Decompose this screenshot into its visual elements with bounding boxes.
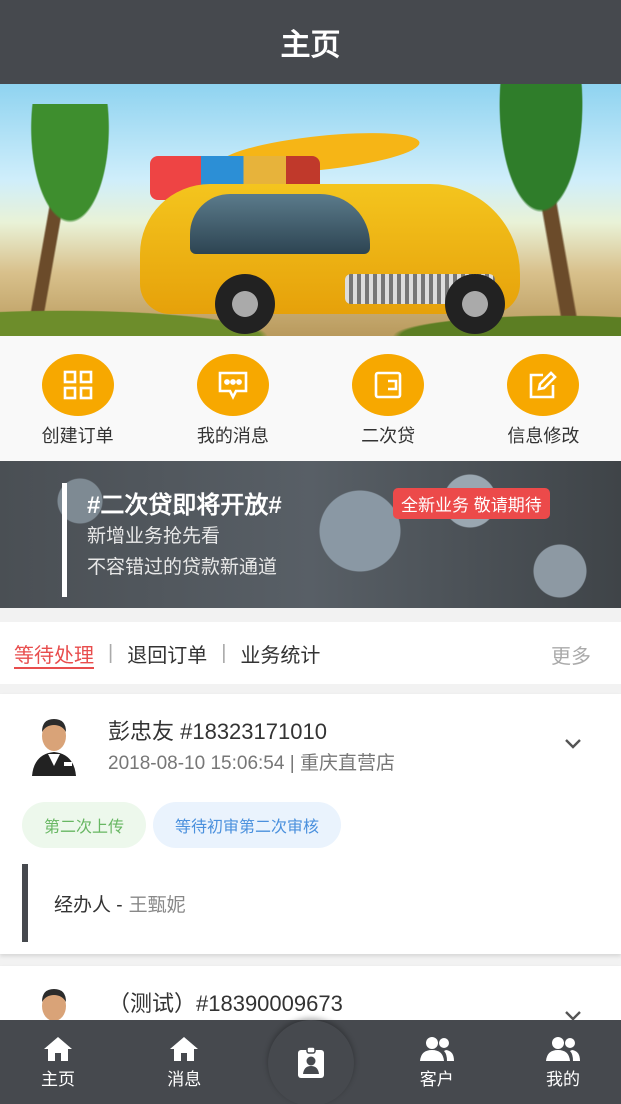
avatar bbox=[26, 714, 82, 776]
chevron-down-icon[interactable] bbox=[563, 734, 583, 754]
banner-image-wheel bbox=[215, 274, 275, 334]
promo-badge: 全新业务 敬请期待 bbox=[393, 488, 550, 519]
quick-action-label: 信息修改 bbox=[507, 426, 580, 446]
users-icon bbox=[546, 1036, 580, 1061]
contact-card-icon bbox=[298, 1046, 324, 1078]
edit-icon bbox=[507, 354, 580, 416]
quick-actions: 创建订单 我的消息 二次贷 信息修改 bbox=[0, 336, 621, 461]
tab-separator: | bbox=[221, 641, 227, 664]
grid-icon bbox=[41, 354, 114, 416]
page-title: 主页 bbox=[280, 29, 341, 62]
promo-banner[interactable]: #二次贷即将开放# 全新业务 敬请期待 新增业务抢先看 不容错过的贷款新通道 bbox=[0, 461, 621, 608]
quick-action-create-order[interactable]: 创建订单 bbox=[13, 354, 143, 461]
meta-separator: | bbox=[289, 753, 295, 774]
quick-action-my-messages[interactable]: 我的消息 bbox=[168, 354, 298, 461]
customer-name: （测试）#18390009673 bbox=[108, 991, 343, 1016]
home-icon bbox=[44, 1036, 72, 1061]
quick-action-label: 二次贷 bbox=[361, 426, 416, 446]
order-card[interactable]: 彭忠友 #18323171010 2018-08-10 15:06:54 | 重… bbox=[0, 694, 621, 954]
tabbar-label: 消息 bbox=[167, 1069, 202, 1089]
customer-name: 彭忠友 #18323171010 bbox=[108, 719, 327, 744]
banner-carousel[interactable] bbox=[0, 84, 621, 336]
promo-accent-bar bbox=[62, 483, 67, 597]
order-meta: 2018-08-10 15:06:54 | 重庆直营店 bbox=[108, 748, 395, 775]
handler-label: 经办人 - bbox=[54, 894, 123, 916]
quick-action-edit-info[interactable]: 信息修改 bbox=[478, 354, 608, 461]
promo-title: #二次贷即将开放# bbox=[87, 492, 282, 519]
tabbar-item-messages[interactable]: 消息 bbox=[126, 1020, 242, 1104]
order-tabs: 等待处理 | 退回订单 | 业务统计 更多 bbox=[0, 622, 621, 684]
chat-bubble-icon bbox=[196, 354, 269, 416]
quick-action-second-loan[interactable]: 二次贷 bbox=[323, 354, 453, 461]
tabbar-item-mine[interactable]: 我的 bbox=[505, 1020, 621, 1104]
users-icon bbox=[419, 1036, 454, 1061]
tab-statistics[interactable]: 业务统计 bbox=[240, 639, 320, 668]
order-datetime: 2018-08-10 15:06:54 bbox=[108, 753, 285, 774]
store-name: 重庆直营店 bbox=[299, 753, 395, 774]
promo-subtitle: 新增业务抢先看 bbox=[87, 526, 221, 547]
tabbar-label: 我的 bbox=[546, 1069, 580, 1089]
tab-separator: | bbox=[108, 641, 114, 664]
promo-subtitle: 不容错过的贷款新通道 bbox=[87, 557, 278, 578]
tabbar-label: 主页 bbox=[41, 1069, 75, 1089]
quick-action-label: 我的消息 bbox=[196, 426, 269, 446]
center-action-button[interactable] bbox=[268, 1020, 354, 1104]
banner-image-wheel bbox=[445, 274, 505, 334]
tabbar-item-home[interactable]: 主页 bbox=[0, 1020, 116, 1104]
quick-action-label: 创建订单 bbox=[41, 426, 114, 446]
status-tag-upload: 第二次上传 bbox=[22, 802, 147, 848]
more-link[interactable]: 更多 bbox=[551, 640, 591, 669]
tab-returned[interactable]: 退回订单 bbox=[127, 639, 207, 668]
handler-name: 王甄妮 bbox=[128, 894, 186, 916]
tab-pending[interactable]: 等待处理 bbox=[14, 639, 94, 668]
handler-row: 经办人 - 王甄妮 bbox=[22, 864, 602, 942]
tabbar-item-customers[interactable]: 客户 bbox=[379, 1020, 495, 1104]
banner-image-car-window bbox=[190, 194, 370, 254]
top-bar: 主页 bbox=[0, 0, 621, 84]
home-icon bbox=[170, 1036, 199, 1061]
status-tag-review: 等待初审第二次审核 bbox=[153, 802, 342, 848]
wallet-icon bbox=[352, 354, 425, 416]
tabbar-label: 客户 bbox=[419, 1069, 454, 1089]
